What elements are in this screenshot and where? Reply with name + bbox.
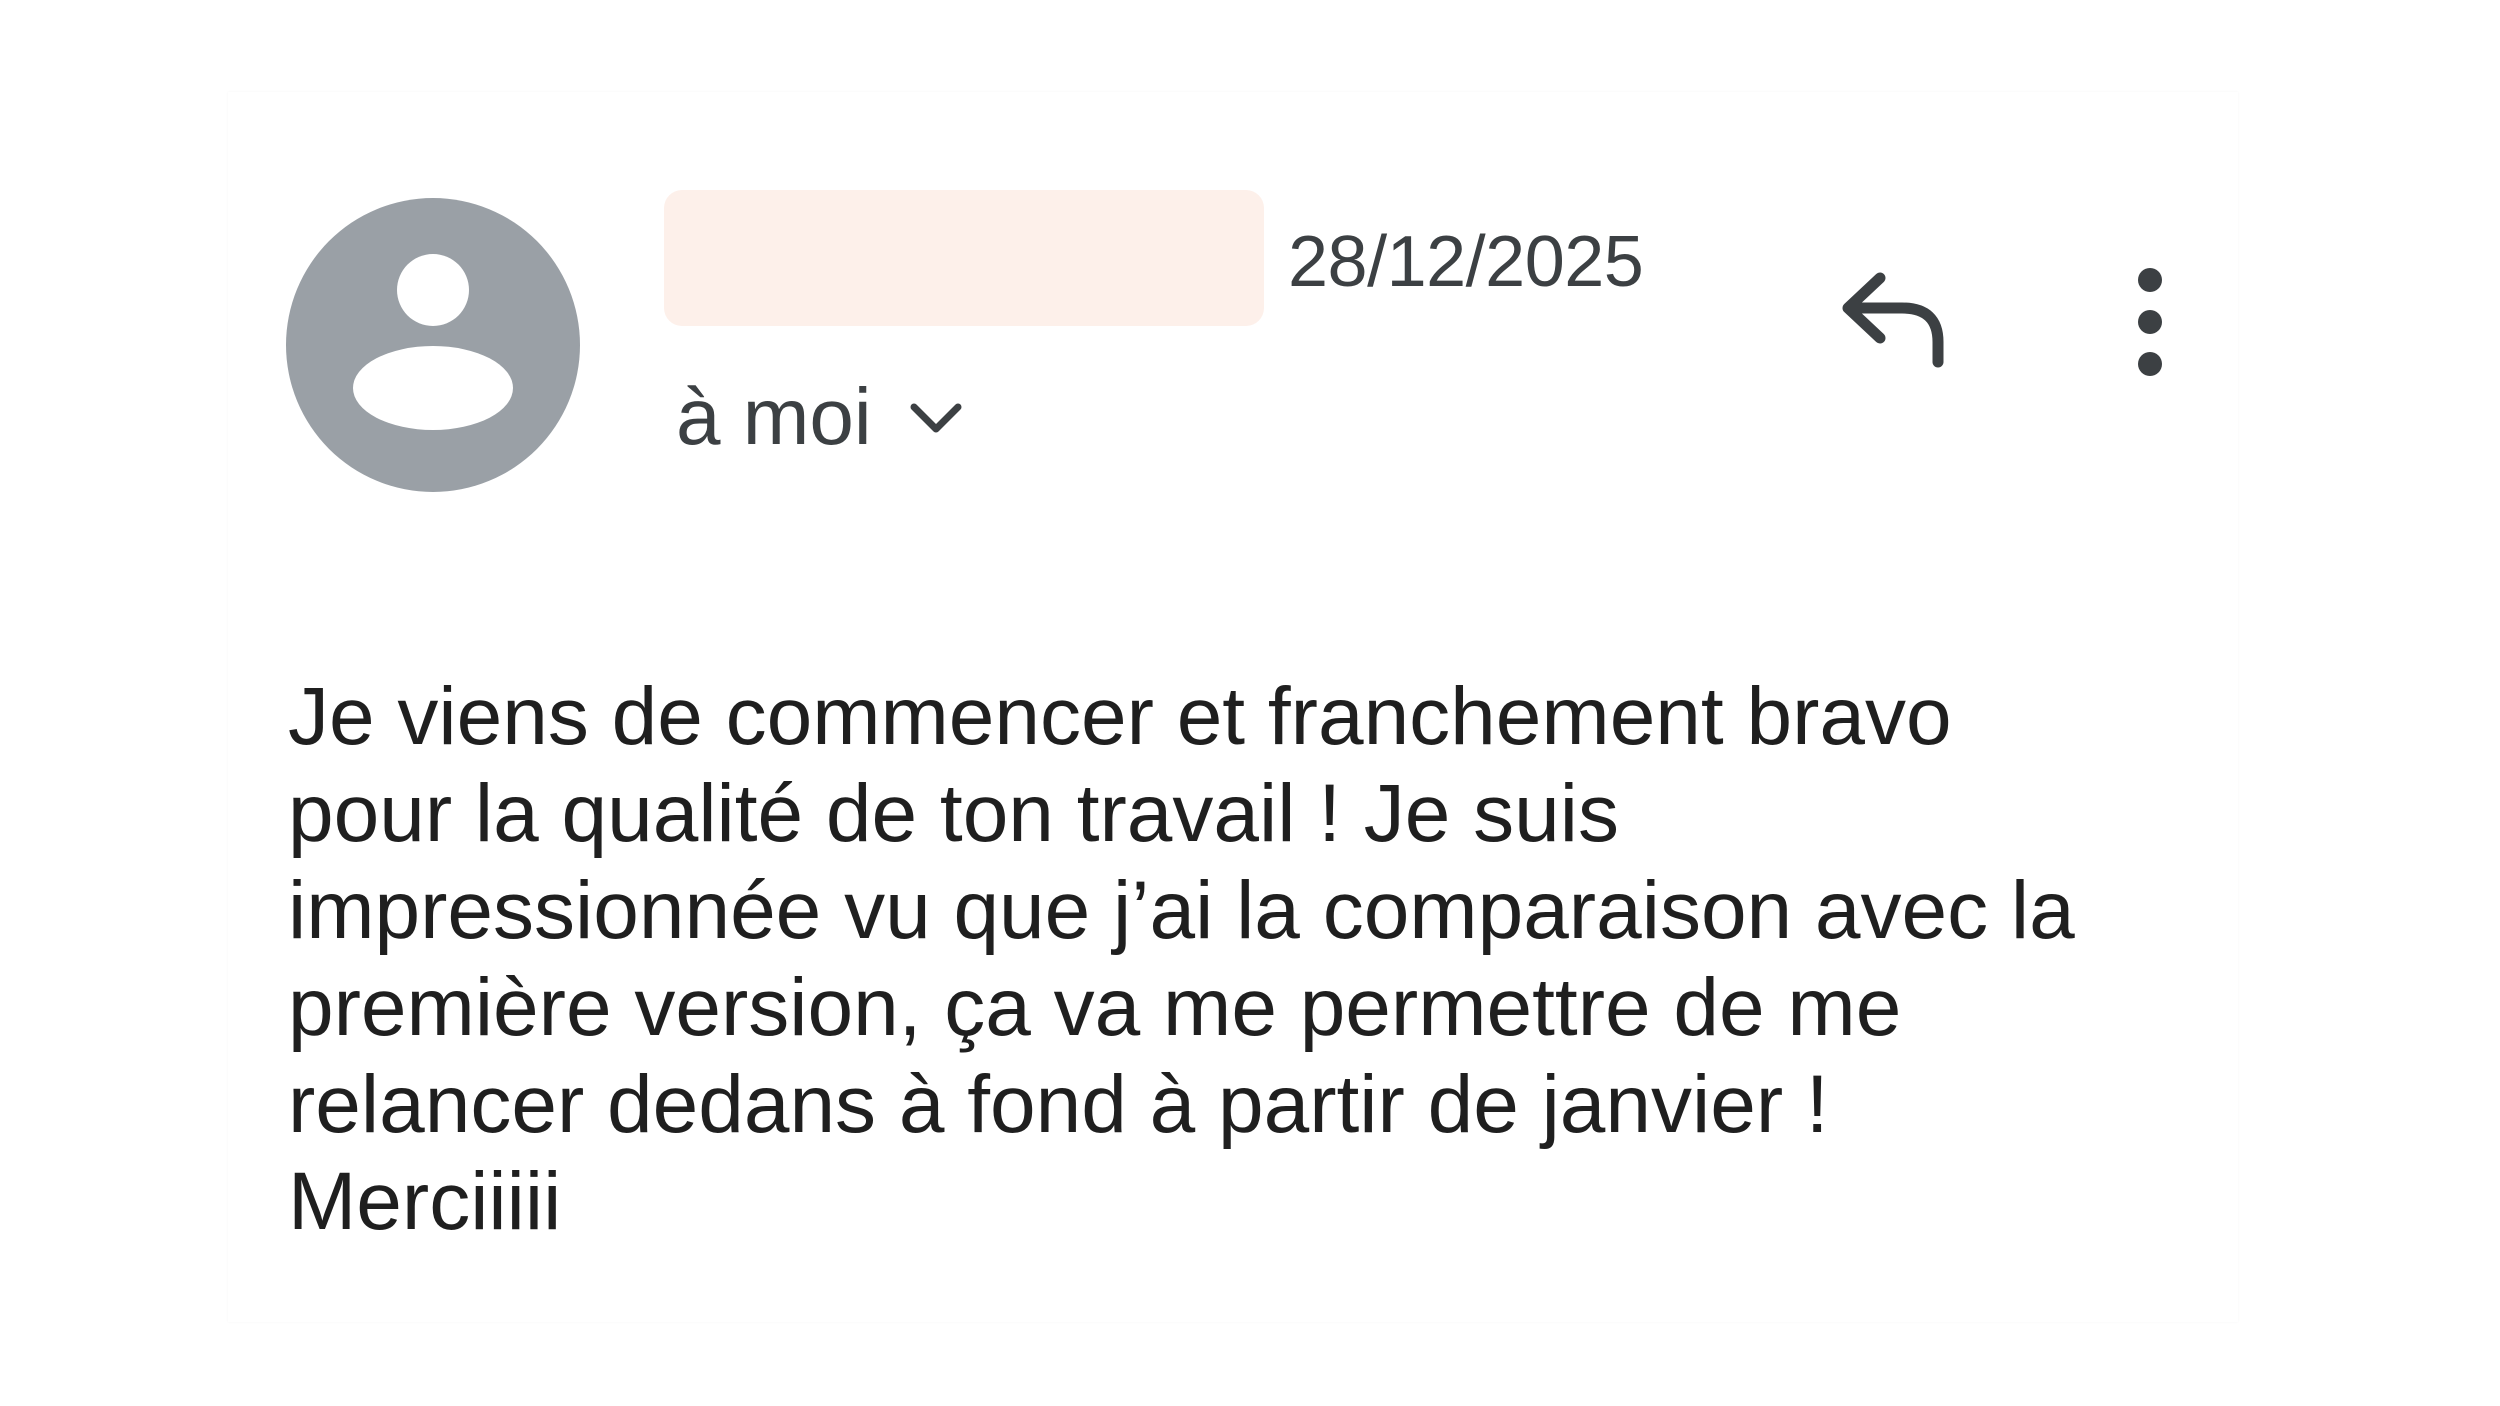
email-body-line: impressionnée vu que j’ai la comparaison… — [288, 865, 2075, 956]
email-body-line: Je viens de commencer et franchement bra… — [288, 671, 1952, 762]
recipient-toggle[interactable]: à moi — [676, 372, 966, 462]
email-date: 28/12/2025 — [1288, 222, 1644, 302]
email-body-line: première version, ça va me permettre de … — [288, 962, 1902, 1053]
email-body-line: relancer dedans à fond à partir de janvi… — [288, 1059, 1829, 1150]
sender-name-redacted — [664, 190, 1264, 326]
reply-icon — [1842, 272, 1944, 368]
email-body: Je viens de commencer et franchement bra… — [288, 668, 2188, 1250]
more-vert-icon — [2138, 268, 2162, 376]
email-body-line: Merciiiii — [288, 1156, 562, 1247]
recipient-label: à moi — [676, 372, 872, 461]
reply-button[interactable] — [1830, 262, 1960, 382]
person-avatar-icon — [353, 254, 513, 430]
sender-avatar[interactable] — [286, 198, 580, 492]
more-options-button[interactable] — [2110, 262, 2190, 382]
email-body-line: pour la qualité de ton travail ! Je suis — [288, 768, 1619, 859]
chevron-down-icon — [910, 403, 962, 433]
